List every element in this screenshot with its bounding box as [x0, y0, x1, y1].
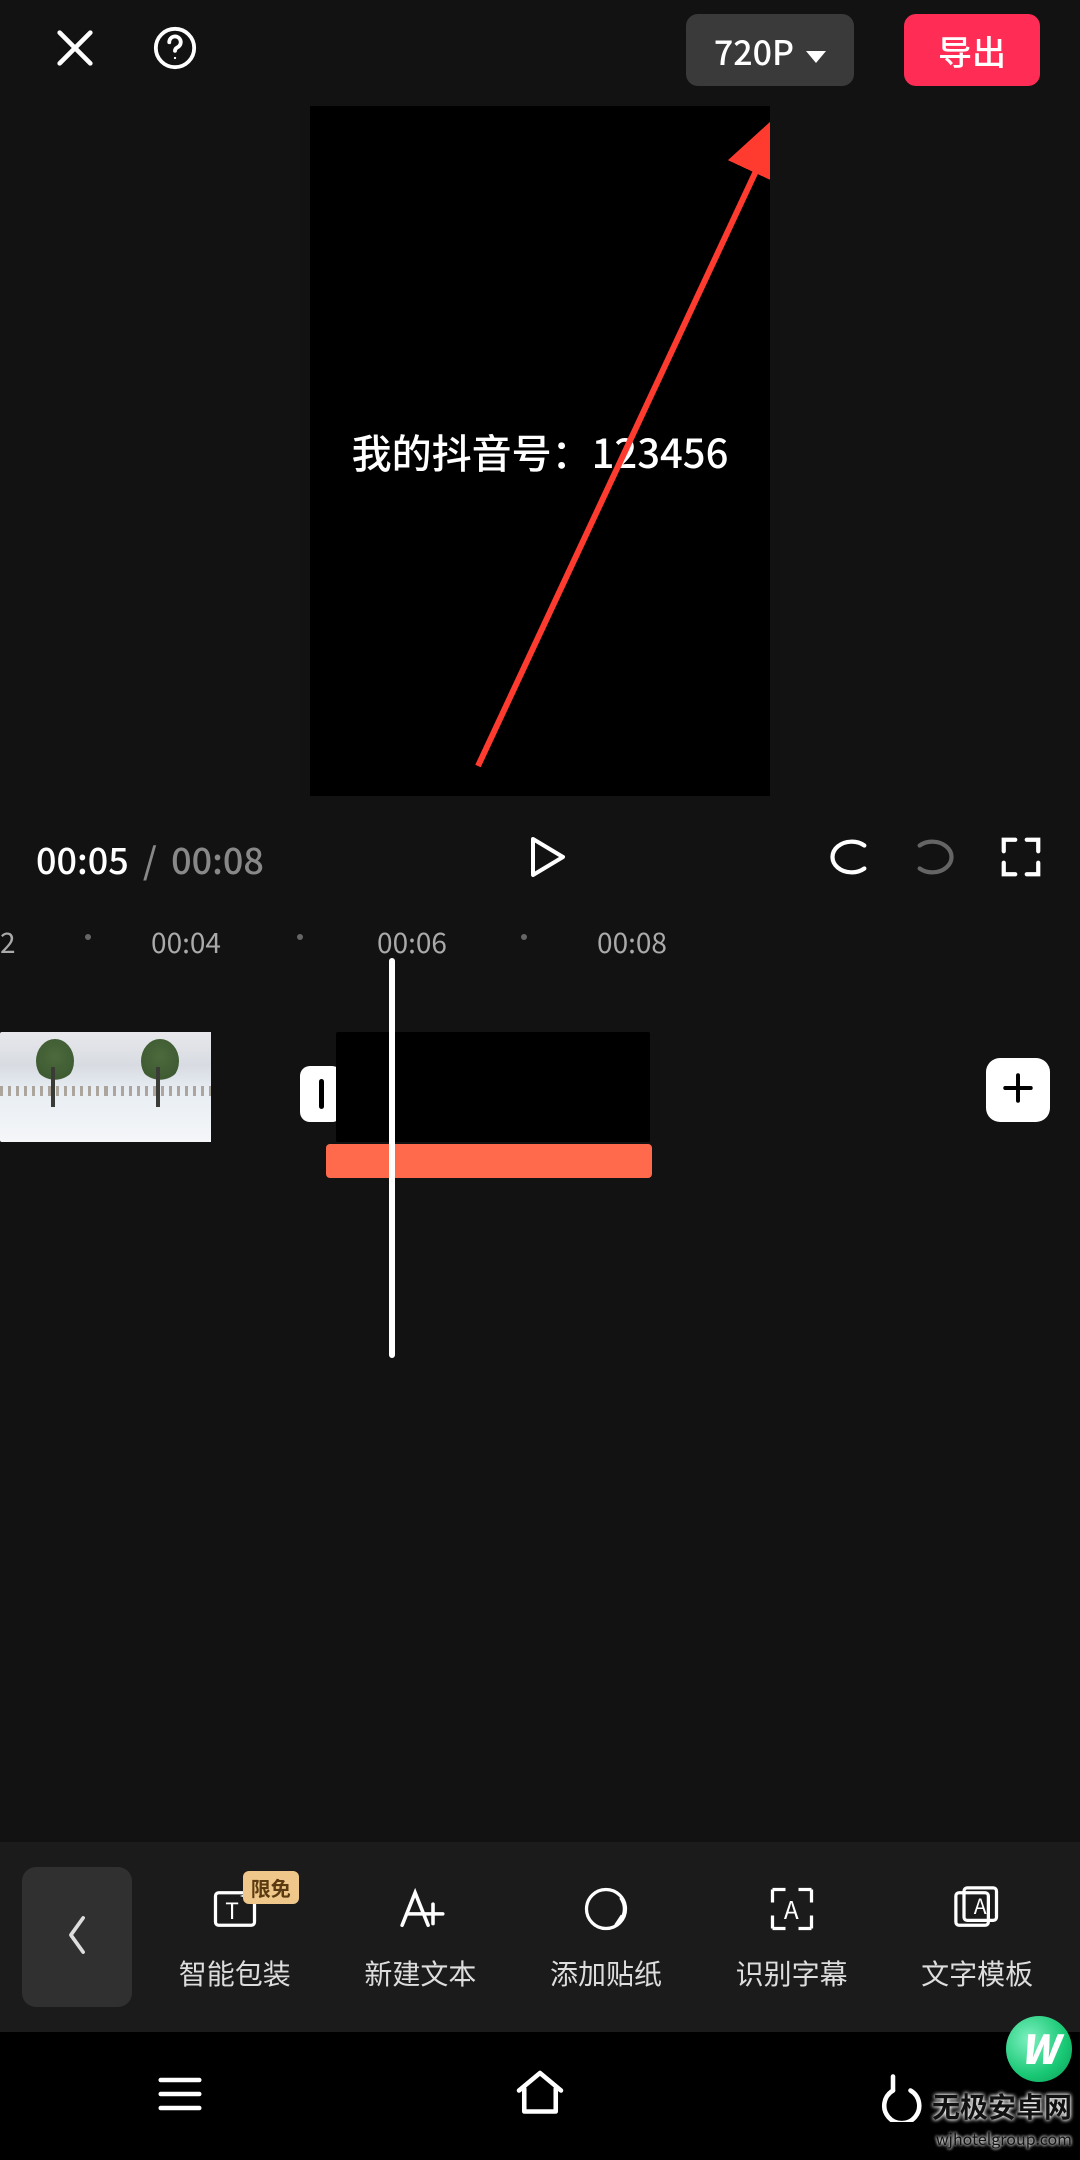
chevron-down-icon: [806, 26, 826, 75]
close-button[interactable]: [40, 15, 110, 85]
tool-smart-package[interactable]: 限免 T 智能包装: [169, 1881, 301, 1993]
clip-thumbnail: [0, 1032, 105, 1142]
close-icon: [52, 25, 98, 76]
system-nav-bar: [0, 2032, 1080, 2160]
playhead[interactable]: [389, 958, 395, 1358]
editor-header: 720P 导出: [0, 0, 1080, 100]
export-button[interactable]: 导出: [904, 14, 1040, 86]
tracks-container: [0, 1032, 1080, 1172]
preview-overlay-text: 我的抖音号：123456: [352, 422, 729, 480]
fullscreen-button[interactable]: [998, 834, 1044, 885]
nav-back[interactable]: [872, 2066, 928, 2127]
ruler-mark: 00:06: [377, 922, 447, 962]
time-separator: /: [143, 833, 157, 885]
clip-thumbnail: [105, 1032, 210, 1142]
ruler-dot: [85, 934, 91, 940]
resolution-label: 720P: [714, 26, 794, 75]
preview-area: 我的抖音号：123456: [0, 100, 1080, 796]
back-icon: [872, 2103, 928, 2127]
video-clip-2[interactable]: [336, 1032, 650, 1142]
text-track-clip[interactable]: [326, 1144, 652, 1178]
free-badge: 限免: [243, 1871, 299, 1904]
subtitle-icon: A: [764, 1881, 820, 1937]
svg-text:A: A: [783, 1892, 798, 1927]
tool-label: 智能包装: [179, 1953, 291, 1993]
undo-icon: [826, 861, 872, 885]
tool-add-sticker[interactable]: 添加贴纸: [540, 1881, 672, 1993]
ruler-mark: 00:04: [151, 922, 221, 962]
video-preview[interactable]: 我的抖音号：123456: [310, 106, 770, 796]
ruler-dot: [297, 934, 303, 940]
playback-bar: 00:05 / 00:08: [0, 814, 1080, 904]
plus-icon: [1001, 1071, 1035, 1110]
ruler-left-edge: 2: [0, 922, 16, 962]
redo-icon: [912, 861, 958, 885]
ruler-mark: 00:08: [597, 922, 667, 962]
play-button[interactable]: [521, 833, 569, 886]
tool-text-template[interactable]: A 文字模板: [911, 1881, 1043, 1993]
fullscreen-icon: [998, 861, 1044, 885]
tool-new-text[interactable]: 新建文本: [354, 1881, 486, 1993]
bottom-toolbar: 限免 T 智能包装 新建文本 添加贴纸 A 识别字幕 A: [0, 1842, 1080, 2032]
resolution-selector[interactable]: 720P: [686, 14, 854, 86]
toolbar-back-button[interactable]: [22, 1867, 132, 2007]
tool-label: 添加贴纸: [550, 1953, 662, 1993]
menu-icon: [152, 2103, 208, 2127]
nav-home[interactable]: [512, 2066, 568, 2127]
tool-detect-subtitle[interactable]: A 识别字幕: [726, 1881, 858, 1993]
play-icon: [521, 862, 569, 886]
svg-text:A: A: [974, 1891, 987, 1921]
export-label: 导出: [938, 26, 1006, 75]
time-display: 00:05 / 00:08: [36, 833, 264, 885]
new-text-icon: [392, 1881, 448, 1937]
ruler-dot: [521, 934, 527, 940]
sticker-icon: [578, 1881, 634, 1937]
tool-label: 文字模板: [921, 1953, 1033, 1993]
nav-recent[interactable]: [152, 2066, 208, 2127]
timeline[interactable]: 2 00:04 00:06 00:08: [0, 912, 1080, 1380]
add-clip-button[interactable]: [986, 1058, 1050, 1122]
current-time: 00:05: [36, 833, 129, 885]
home-icon: [512, 2103, 568, 2127]
redo-button[interactable]: [912, 834, 958, 885]
undo-button[interactable]: [826, 834, 872, 885]
text-template-icon: A: [949, 1881, 1005, 1937]
svg-text:T: T: [225, 1893, 239, 1926]
timeline-ruler: 2 00:04 00:06 00:08: [0, 912, 1080, 972]
tool-label: 新建文本: [364, 1953, 476, 1993]
help-icon: [152, 25, 198, 76]
video-clip-1[interactable]: [0, 1032, 316, 1142]
help-button[interactable]: [140, 15, 210, 85]
tool-label: 识别字幕: [736, 1953, 848, 1993]
total-time: 00:08: [171, 833, 264, 885]
chevron-left-icon: [62, 1913, 92, 1962]
